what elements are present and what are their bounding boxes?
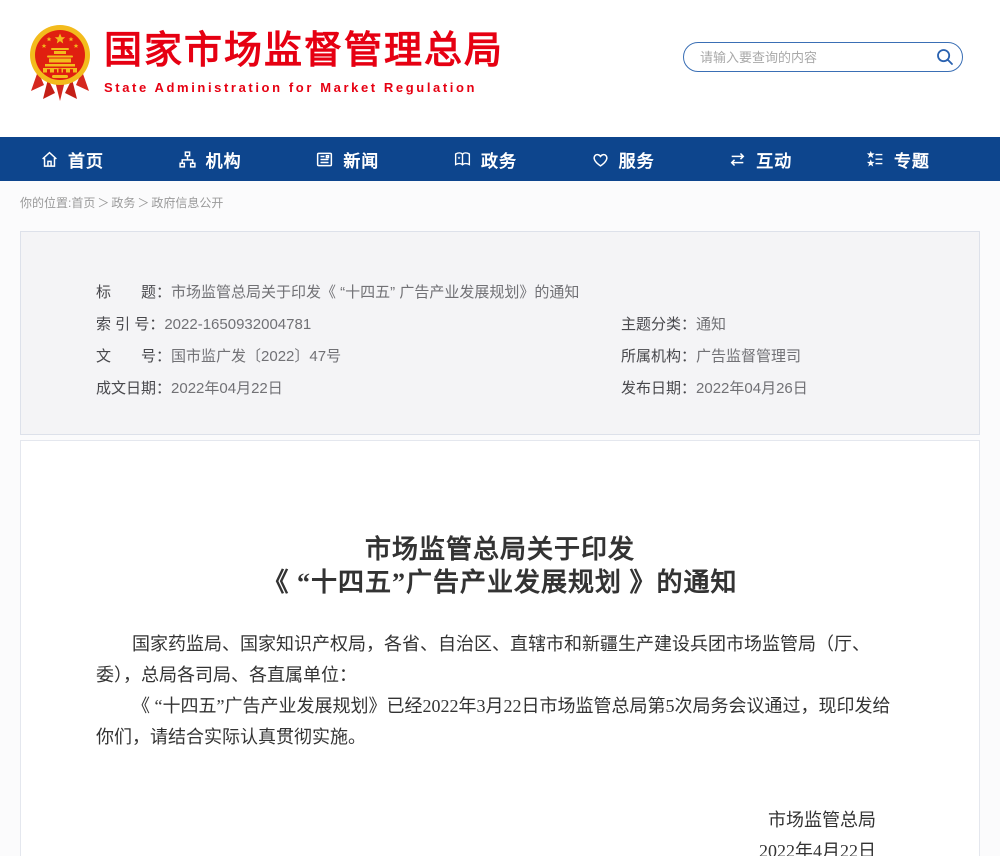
meta-written-date-label: 成文日期： bbox=[96, 378, 171, 400]
meta-docnum-value: 国市监广发〔2022〕47号 bbox=[171, 346, 341, 368]
nav-item-news[interactable]: 新闻 bbox=[315, 147, 379, 172]
meta-category-label: 主题分类： bbox=[621, 314, 696, 336]
search-box bbox=[683, 42, 963, 72]
document-body: 国家药监局、国家知识产权局，各省、自治区、直辖市和新疆生产建设兵团市场监管局（厅… bbox=[96, 629, 904, 753]
nav-item-interact[interactable]: 互动 bbox=[728, 147, 792, 172]
org-icon bbox=[178, 150, 197, 169]
document-signature: 市场监管总局 2022年4月22日 bbox=[96, 805, 904, 856]
nav-label: 专题 bbox=[894, 147, 930, 172]
nav-item-org[interactable]: 机构 bbox=[178, 147, 242, 172]
breadcrumb-link-home[interactable]: 首页 bbox=[71, 196, 95, 210]
meta-category-value: 通知 bbox=[696, 314, 726, 336]
gov-affairs-icon bbox=[453, 150, 472, 169]
meta-index-value: 2022-1650932004781 bbox=[164, 314, 311, 336]
site-header: 国家市场监督管理总局 State Administration for Mark… bbox=[0, 0, 1000, 137]
breadcrumb: 你的位置:首页＞政务＞政府信息公开 bbox=[0, 181, 1000, 217]
main-nav: 首页 机构 新闻 政务 bbox=[0, 137, 1000, 181]
search-icon[interactable] bbox=[928, 43, 962, 71]
meta-index-label: 索 引 号： bbox=[96, 314, 164, 336]
national-emblem-icon[interactable] bbox=[28, 23, 92, 101]
nav-item-topics[interactable]: 专题 bbox=[866, 147, 930, 172]
document-title-line2: 《 “十四五”广告产业发展规划 》的通知 bbox=[96, 566, 904, 599]
nav-label: 政务 bbox=[481, 147, 517, 172]
meta-publish-date-value: 2022年04月26日 bbox=[696, 378, 808, 400]
home-icon bbox=[40, 150, 59, 169]
breadcrumb-separator: ＞ bbox=[97, 196, 109, 210]
document-meta-panel: 标 题： 市场监管总局关于印发《 “十四五” 广告产业发展规划》的通知 索 引 … bbox=[20, 231, 980, 435]
document-title-line1: 市场监管总局关于印发 bbox=[96, 533, 904, 566]
nav-label: 机构 bbox=[206, 147, 242, 172]
meta-title-value: 市场监管总局关于印发《 “十四五” 广告产业发展规划》的通知 bbox=[171, 282, 579, 304]
nav-item-service[interactable]: 服务 bbox=[591, 147, 655, 172]
meta-row-docnum: 文 号： 国市监广发〔2022〕47号 所属机构： 广告监督管理司 bbox=[96, 346, 904, 368]
site-brand: 国家市场监督管理总局 State Administration for Mark… bbox=[104, 28, 504, 95]
interact-arrows-icon bbox=[728, 150, 747, 169]
document-title: 市场监管总局关于印发 《 “十四五”广告产业发展规划 》的通知 bbox=[96, 533, 904, 599]
meta-docnum-label: 文 号： bbox=[96, 346, 171, 368]
meta-row-dates: 成文日期： 2022年04月22日 发布日期： 2022年04月26日 bbox=[96, 378, 904, 400]
meta-written-date-value: 2022年04月22日 bbox=[171, 378, 283, 400]
signature-name: 市场监管总局 bbox=[96, 805, 876, 836]
meta-row-index: 索 引 号： 2022-1650932004781 主题分类： 通知 bbox=[96, 314, 904, 336]
site-title-en: State Administration for Market Regulati… bbox=[104, 80, 504, 95]
meta-title-label: 标 题： bbox=[96, 282, 171, 304]
site-title-cn: 国家市场监督管理总局 bbox=[104, 28, 504, 74]
service-heart-icon bbox=[591, 150, 610, 169]
signature-date: 2022年4月22日 bbox=[96, 836, 876, 856]
document-paragraph: 国家药监局、国家知识产权局，各省、自治区、直辖市和新疆生产建设兵团市场监管局（厅… bbox=[96, 629, 904, 691]
breadcrumb-prefix: 你的位置: bbox=[20, 196, 71, 210]
nav-item-home[interactable]: 首页 bbox=[40, 147, 104, 172]
document-content: 市场监管总局关于印发 《 “十四五”广告产业发展规划 》的通知 国家药监局、国家… bbox=[20, 440, 980, 856]
meta-agency-label: 所属机构： bbox=[621, 346, 696, 368]
nav-label: 新闻 bbox=[343, 147, 379, 172]
nav-label: 首页 bbox=[68, 147, 104, 172]
breadcrumb-separator: ＞ bbox=[137, 196, 149, 210]
nav-label: 服务 bbox=[619, 147, 655, 172]
meta-agency-value: 广告监督管理司 bbox=[696, 346, 801, 368]
breadcrumb-link-gov[interactable]: 政务 bbox=[111, 196, 135, 210]
news-icon bbox=[315, 150, 334, 169]
meta-publish-date-label: 发布日期： bbox=[621, 378, 696, 400]
nav-label: 互动 bbox=[756, 147, 792, 172]
document-paragraph: 《 “十四五”广告产业发展规划》已经2022年3月22日市场监管总局第5次局务会… bbox=[96, 691, 904, 753]
nav-item-gov[interactable]: 政务 bbox=[453, 147, 517, 172]
breadcrumb-current: 政府信息公开 bbox=[151, 196, 223, 210]
topics-star-list-icon bbox=[866, 150, 885, 169]
meta-row-title: 标 题： 市场监管总局关于印发《 “十四五” 广告产业发展规划》的通知 bbox=[96, 282, 904, 304]
search-input[interactable] bbox=[684, 50, 928, 65]
